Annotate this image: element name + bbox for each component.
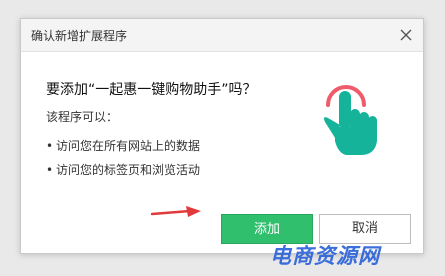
hand-tap-icon (324, 85, 377, 155)
permission-item: • 访问您在所有网站上的数据 (46, 134, 200, 158)
bullet-icon: • (46, 163, 54, 177)
close-icon[interactable] (397, 26, 415, 44)
permission-text: 访问您的标签页和浏览活动 (56, 163, 201, 177)
watermark-text: 电商资源网 (270, 244, 380, 268)
permissions-intro: 该程序可以： (46, 110, 119, 124)
extension-install-dialog: 确认新增扩展程序 要添加“一起惠一键购物助手”吗？ 该程序可以： • 访问您在所有… (20, 18, 424, 254)
dialog-titlebar: 确认新增扩展程序 (21, 19, 423, 52)
bullet-icon: • (46, 139, 54, 153)
install-question: 要添加“一起惠一键购物助手”吗？ (46, 82, 257, 98)
red-arrow-annotation (150, 206, 201, 217)
permission-item: • 访问您的标签页和浏览活动 (46, 158, 200, 182)
permission-text: 访问您在所有网站上的数据 (56, 139, 201, 153)
dialog-title: 确认新增扩展程序 (31, 29, 128, 43)
permissions-list: • 访问您在所有网站上的数据 • 访问您的标签页和浏览活动 (46, 134, 200, 182)
